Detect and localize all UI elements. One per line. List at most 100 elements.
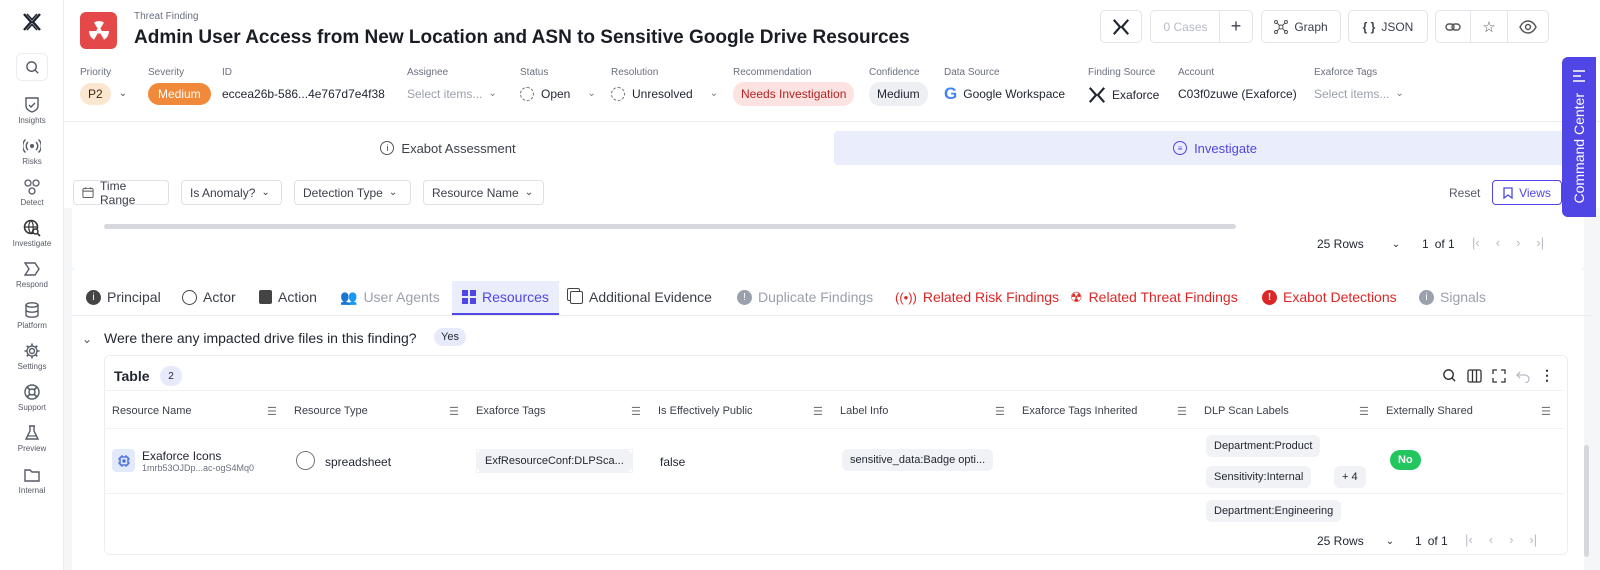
exaforce-action-button[interactable] xyxy=(1100,10,1142,43)
reset-button[interactable]: Reset xyxy=(1449,186,1480,200)
tab-exabot-assessment[interactable]: i Exabot Assessment xyxy=(64,131,832,165)
copy-link-button[interactable] xyxy=(1435,10,1471,43)
next-page-icon[interactable]: › xyxy=(1509,532,1513,547)
last-page-icon[interactable]: ›| xyxy=(1529,532,1537,547)
status-select[interactable]: Open ⌄ xyxy=(520,86,596,102)
sidebar-item-detect[interactable]: Detect xyxy=(0,178,64,207)
priority-select[interactable]: P2 ⌄ xyxy=(80,83,127,105)
cases-button[interactable]: 0 Cases xyxy=(1150,10,1220,43)
braces-icon: { } xyxy=(1362,19,1376,34)
add-case-button[interactable]: + xyxy=(1219,10,1253,43)
column-resource-name[interactable]: Resource Name xyxy=(112,405,191,417)
sidebar-item-respond[interactable]: Respond xyxy=(0,260,64,289)
command-center-tab[interactable]: Command Center xyxy=(1562,57,1596,217)
columns-icon[interactable] xyxy=(1467,368,1482,383)
tab-investigate[interactable]: ≡ Investigate xyxy=(834,131,1596,165)
exaforce-logo-icon[interactable] xyxy=(22,12,42,37)
graph-button[interactable]: Graph xyxy=(1261,10,1341,43)
prev-page-icon[interactable]: ‹ xyxy=(1489,532,1493,547)
column-externally-shared[interactable]: Externally Shared xyxy=(1386,405,1473,417)
sidebar-item-investigate[interactable]: Investigate xyxy=(0,219,64,248)
undo-icon[interactable] xyxy=(1516,369,1530,383)
page-total: of 1 xyxy=(1434,237,1455,251)
sidebar-item-preview[interactable]: Preview xyxy=(0,424,64,453)
assignee-label: Assignee xyxy=(407,67,449,78)
filter-lines-icon[interactable]: ☰ xyxy=(1359,405,1369,418)
sidebar-item-internal[interactable]: Internal xyxy=(0,466,64,495)
label-info-chip[interactable]: sensitive_data:Badge opti... xyxy=(842,449,994,471)
recommendation-label: Recommendation xyxy=(733,67,812,78)
dlp-label-chip[interactable]: Department:Product xyxy=(1206,435,1321,457)
rows-per-page-select[interactable]: 25 Rows ⌄ xyxy=(1313,532,1399,550)
watch-button[interactable] xyxy=(1507,10,1549,43)
subtab-resources[interactable]: Resources xyxy=(452,281,559,315)
search-button[interactable] xyxy=(16,53,48,81)
sidebar-item-settings[interactable]: Settings xyxy=(0,342,64,371)
first-page-icon[interactable]: |‹ xyxy=(1465,532,1473,547)
star-button[interactable]: ☆ xyxy=(1470,10,1508,43)
resource-name[interactable]: Exaforce Icons xyxy=(142,449,221,463)
sidebar-item-label: Detect xyxy=(20,198,44,207)
search-icon[interactable] xyxy=(1442,368,1457,383)
menu-lines-icon xyxy=(1573,70,1585,82)
page-title: Admin User Access from New Location and … xyxy=(134,27,910,48)
assignee-select[interactable]: Select items... ⌄ xyxy=(407,86,497,102)
subtab-user-agents[interactable]: 👥 User Agents xyxy=(340,282,440,312)
column-exaforce-tags-inherited[interactable]: Exaforce Tags Inherited xyxy=(1022,405,1137,417)
filter-lines-icon[interactable]: ☰ xyxy=(1177,405,1187,418)
radiation-icon: ☢ xyxy=(1070,288,1083,305)
rows-per-page-select[interactable]: 25 Rows ⌄ xyxy=(1317,237,1400,251)
views-button[interactable]: Views xyxy=(1492,180,1562,205)
detection-type-filter[interactable]: Detection Type ⌄ xyxy=(294,180,411,205)
vertical-scrollbar[interactable] xyxy=(1584,445,1589,557)
filter-lines-icon[interactable]: ☰ xyxy=(267,405,277,418)
subtab-signals[interactable]: i Signals xyxy=(1419,282,1486,312)
is-anomaly-filter[interactable]: Is Anomaly? ⌄ xyxy=(181,180,282,205)
next-page-icon[interactable]: › xyxy=(1516,235,1520,250)
sidebar-item-risks[interactable]: Risks xyxy=(0,137,64,166)
subtab-duplicate-findings[interactable]: ! Duplicate Findings xyxy=(737,282,873,312)
dlp-label-chip[interactable]: Department:Engineering xyxy=(1206,500,1342,522)
subtab-related-threat-findings[interactable]: ☢ Related Threat Findings xyxy=(1070,282,1238,312)
filter-lines-icon[interactable]: ☰ xyxy=(631,405,641,418)
column-is-effectively-public[interactable]: Is Effectively Public xyxy=(658,405,753,417)
subtab-action[interactable]: Action xyxy=(259,282,317,312)
filter-lines-icon[interactable]: ☰ xyxy=(813,405,823,418)
expand-icon[interactable] xyxy=(1492,368,1506,383)
subtab-exabot-detections[interactable]: ! Exabot Detections xyxy=(1262,282,1397,312)
subtab-actor[interactable]: Actor xyxy=(182,282,236,312)
first-page-icon[interactable]: |‹ xyxy=(1472,235,1480,250)
horizontal-scrollbar[interactable] xyxy=(104,224,1236,229)
more-vertical-icon[interactable]: ⋮ xyxy=(1540,367,1554,384)
sidebar-item-insights[interactable]: Insights xyxy=(0,96,64,125)
subtab-additional-evidence[interactable]: Additional Evidence xyxy=(570,282,712,312)
info-icon: i xyxy=(380,141,395,155)
filter-label: Resource Name xyxy=(432,185,519,200)
column-resource-type[interactable]: Resource Type xyxy=(294,405,368,417)
exaforce-tags-select[interactable]: Select items... ⌄ xyxy=(1314,86,1404,102)
column-exaforce-tags[interactable]: Exaforce Tags xyxy=(476,405,546,417)
filter-lines-icon[interactable]: ☰ xyxy=(449,405,459,418)
json-button[interactable]: { } JSON xyxy=(1348,10,1428,43)
sidebar-item-support[interactable]: Support xyxy=(0,383,64,412)
filter-lines-icon[interactable]: ☰ xyxy=(995,405,1005,418)
prev-page-icon[interactable]: ‹ xyxy=(1496,235,1500,250)
dlp-more-chip[interactable]: + 4 xyxy=(1334,466,1366,488)
filter-lines-icon[interactable]: ☰ xyxy=(1541,405,1551,418)
last-page-icon[interactable]: ›| xyxy=(1536,235,1544,250)
resolution-select[interactable]: Unresolved ⌄ xyxy=(611,86,718,102)
resource-name-filter[interactable]: Resource Name ⌄ xyxy=(423,180,544,205)
column-dlp-scan-labels[interactable]: DLP Scan Labels xyxy=(1204,405,1289,417)
time-range-filter[interactable]: Time Range xyxy=(73,179,169,207)
dlp-label-chip[interactable]: Sensitivity:Internal xyxy=(1206,466,1312,488)
sidebar-item-platform[interactable]: Platform xyxy=(0,301,64,330)
collapse-chevron-icon[interactable]: ⌄ xyxy=(82,332,92,346)
subtab-label: Principal xyxy=(107,289,161,305)
subtab-related-risk-findings[interactable]: ((•)) Related Risk Findings xyxy=(895,282,1059,312)
tab-label: Investigate xyxy=(1194,140,1257,156)
finding-source-value: Exaforce xyxy=(1112,88,1160,102)
exaforce-tag-chip[interactable]: ExfResourceConf:DLPSca... xyxy=(476,449,633,473)
gear-icon xyxy=(24,343,40,359)
column-label-info[interactable]: Label Info xyxy=(840,405,888,417)
subtab-principal[interactable]: i Principal xyxy=(86,282,161,312)
